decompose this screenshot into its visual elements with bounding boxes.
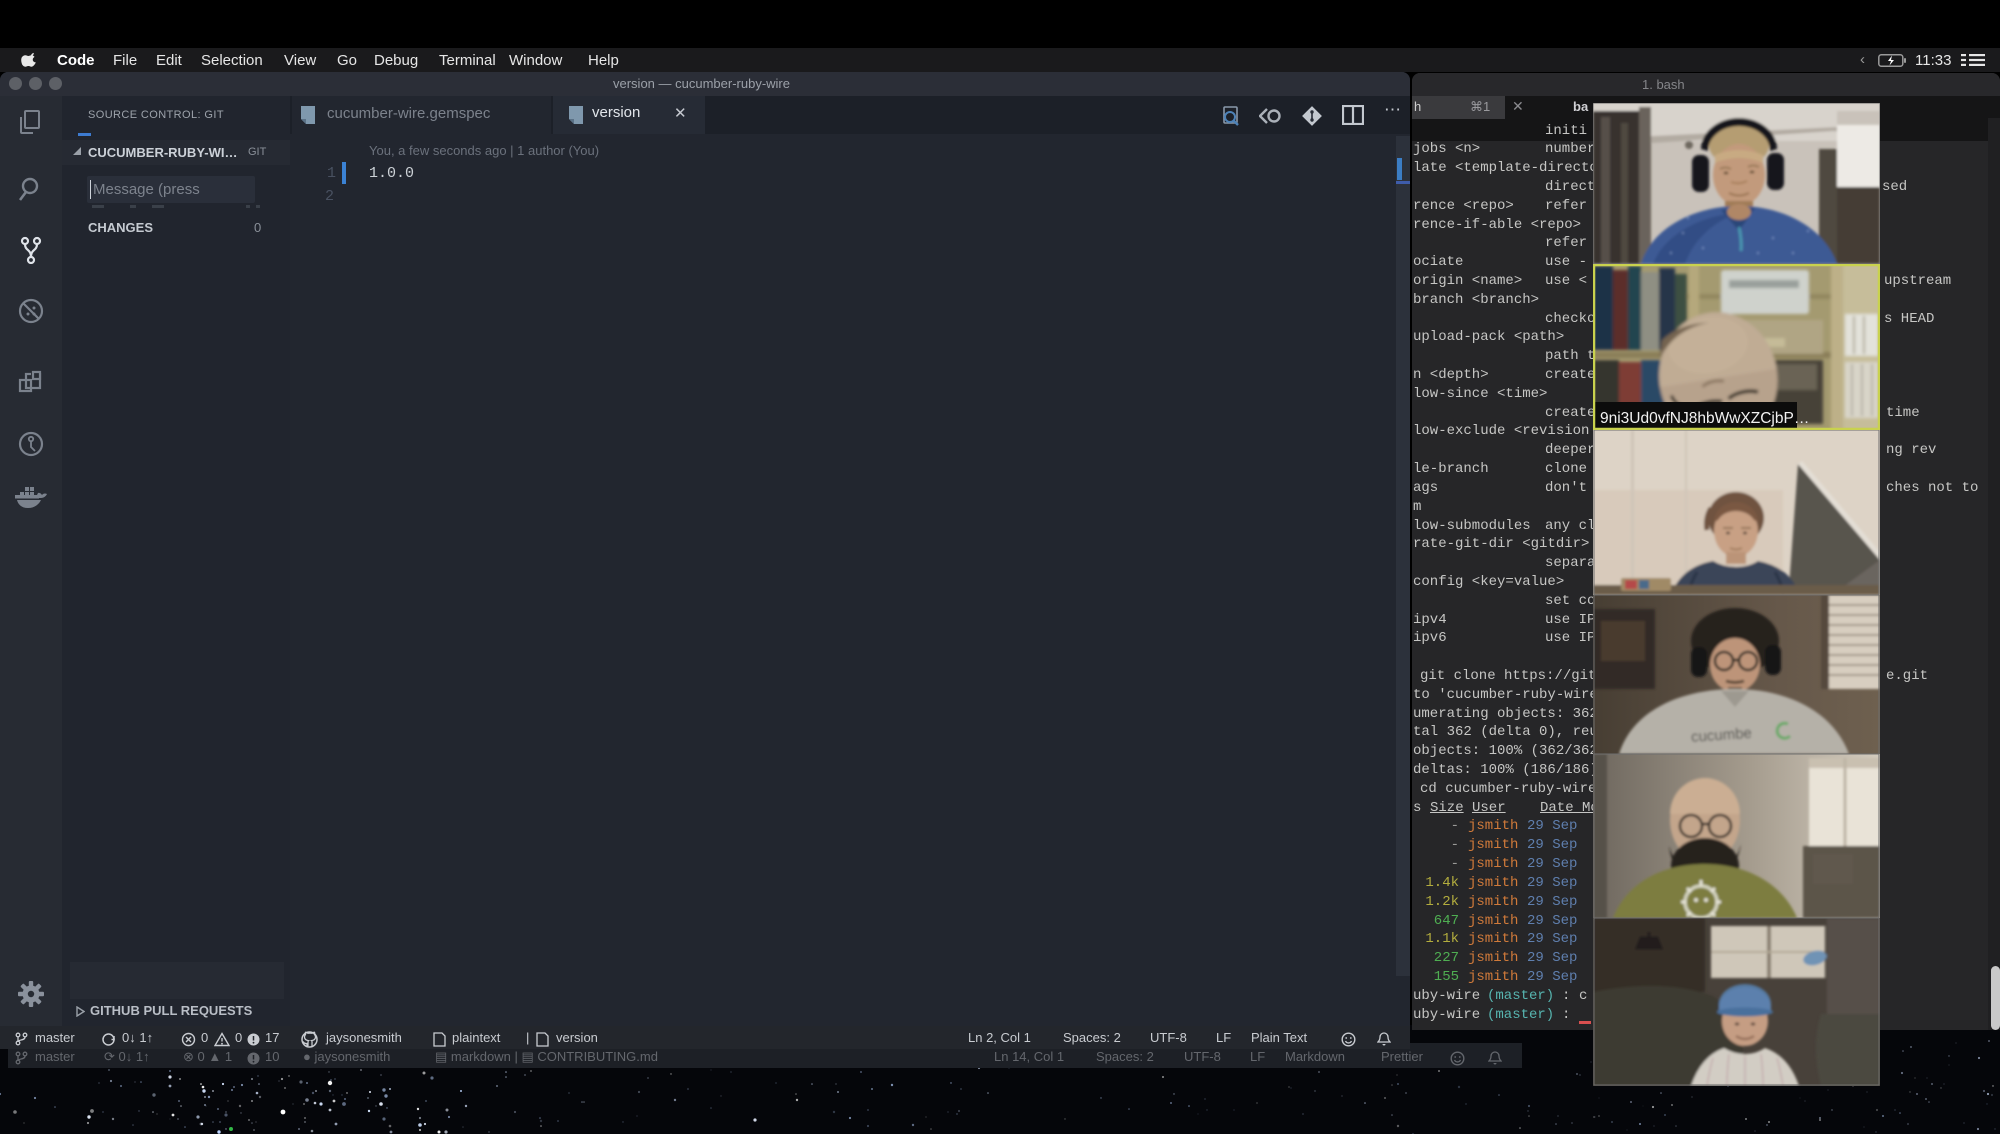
- svg-text:9ni3Ud0vfNJ8hbWwXZCjbP…: 9ni3Ud0vfNJ8hbWwXZCjbP…: [1600, 410, 1809, 427]
